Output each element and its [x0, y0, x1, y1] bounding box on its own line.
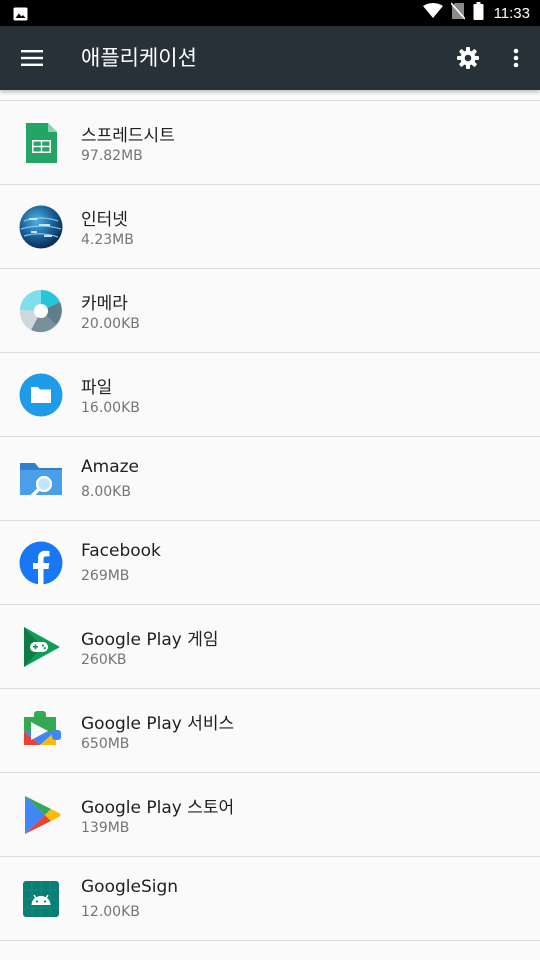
- list-item[interactable]: 인터넷 4.23MB: [0, 185, 540, 269]
- app-list: 스프레드시트 97.82MB 인터넷 4.23MB 카메라 20.00KB 파일…: [0, 100, 540, 941]
- more-vert-icon: [513, 48, 519, 68]
- menu-icon: [21, 50, 43, 66]
- app-bar: 애플리케이션: [0, 26, 540, 90]
- image-notification-icon: [13, 6, 28, 25]
- app-name: 카메라: [81, 294, 128, 314]
- app-size: 139MB: [81, 820, 130, 836]
- settings-gear-icon: [457, 47, 479, 69]
- app-size: 16.00KB: [81, 400, 140, 416]
- menu-button[interactable]: [10, 36, 54, 80]
- app-name: GoogleSign: [81, 877, 179, 897]
- facebook-icon: [19, 541, 63, 585]
- app-size: 8.00KB: [81, 484, 131, 500]
- app-size: 20.00KB: [81, 316, 140, 332]
- files-folder-icon: [19, 373, 63, 417]
- play-store-icon: [25, 796, 61, 834]
- more-options-button[interactable]: [496, 36, 536, 80]
- app-size: 650MB: [81, 736, 130, 752]
- play-games-icon: [24, 627, 60, 667]
- app-name: Google Play 스토어: [81, 798, 235, 818]
- app-name: Facebook: [81, 541, 161, 561]
- clock: 11:33: [493, 4, 530, 22]
- status-bar: 11:33: [0, 0, 540, 26]
- app-name: Google Play 서비스: [81, 714, 235, 734]
- app-size: 12.00KB: [81, 904, 140, 920]
- play-services-icon: [24, 711, 61, 745]
- list-item[interactable]: 파일 16.00KB: [0, 353, 540, 437]
- list-item[interactable]: Google Play 게임 260KB: [0, 605, 540, 689]
- list-item[interactable]: 스프레드시트 97.82MB: [0, 101, 540, 185]
- app-name: 인터넷: [81, 210, 128, 230]
- app-size: 4.23MB: [81, 232, 134, 248]
- app-name: Amaze: [81, 457, 139, 477]
- settings-button[interactable]: [446, 36, 490, 80]
- list-item[interactable]: Google Play 서비스 650MB: [0, 689, 540, 773]
- no-sim-icon: [449, 2, 466, 24]
- app-name: 스프레드시트: [81, 126, 175, 146]
- app-size: 97.82MB: [81, 148, 143, 164]
- sheets-icon: [26, 123, 57, 163]
- app-size: 269MB: [81, 568, 130, 584]
- list-item[interactable]: Facebook 269MB: [0, 521, 540, 605]
- internet-globe-icon: [19, 205, 63, 249]
- page-title: 애플리케이션: [81, 46, 197, 70]
- list-item[interactable]: GoogleSign 12.00KB: [0, 857, 540, 941]
- list-item[interactable]: 카메라 20.00KB: [0, 269, 540, 353]
- camera-aperture-icon: [19, 289, 63, 333]
- battery-icon: [473, 2, 484, 24]
- android-app-icon: [23, 881, 59, 917]
- list-item[interactable]: Amaze 8.00KB: [0, 437, 540, 521]
- amaze-folder-search-icon: [20, 463, 62, 499]
- list-item[interactable]: Google Play 스토어 139MB: [0, 773, 540, 857]
- app-name: Google Play 게임: [81, 630, 219, 650]
- app-size: 260KB: [81, 652, 127, 668]
- app-name: 파일: [81, 378, 113, 398]
- wifi-icon: [422, 3, 443, 23]
